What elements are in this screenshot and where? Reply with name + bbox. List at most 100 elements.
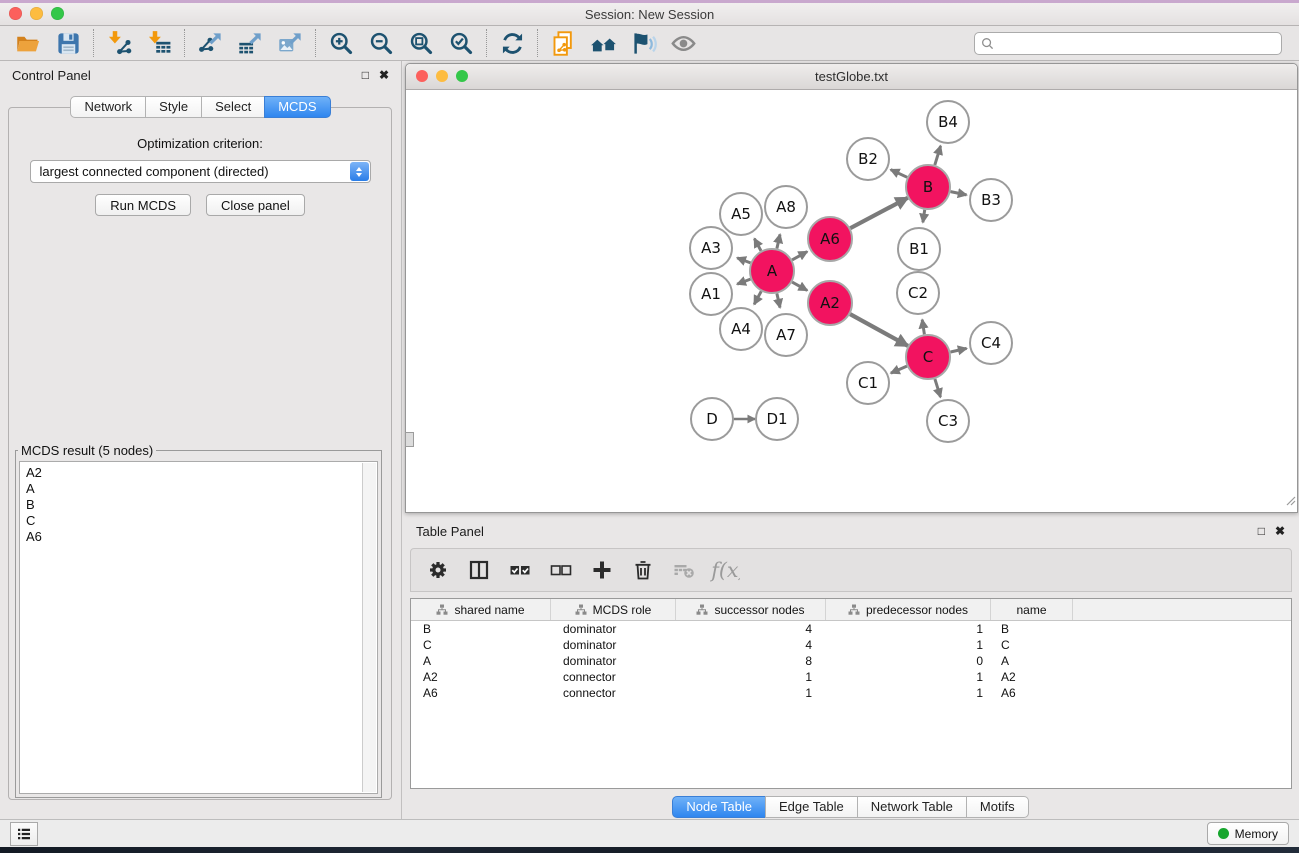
- open-session-button[interactable]: [8, 28, 48, 58]
- save-session-button[interactable]: [48, 28, 88, 58]
- tab-select[interactable]: Select: [201, 96, 265, 118]
- graph-node-A7[interactable]: A7: [765, 314, 807, 356]
- graph-node-A4[interactable]: A4: [720, 308, 762, 350]
- select-all-button[interactable]: [503, 554, 537, 586]
- delete-row-button[interactable]: [626, 554, 660, 586]
- table-cell[interactable]: 1: [826, 685, 991, 701]
- close-view-icon[interactable]: [416, 70, 428, 82]
- graph-edge-A-A8[interactable]: [777, 234, 780, 248]
- table-cell[interactable]: B: [991, 621, 1073, 637]
- zoom-in-button[interactable]: [321, 28, 361, 58]
- table-cell[interactable]: C: [991, 637, 1073, 653]
- zoom-out-button[interactable]: [361, 28, 401, 58]
- table-cell[interactable]: connector: [551, 685, 676, 701]
- table-cell[interactable]: 4: [676, 637, 826, 653]
- table-row[interactable]: Bdominator41B: [411, 621, 1291, 637]
- graph-node-C4[interactable]: C4: [970, 322, 1012, 364]
- graph-node-A1[interactable]: A1: [690, 273, 732, 315]
- graph-node-A3[interactable]: A3: [690, 227, 732, 269]
- graph-edge-C-C4[interactable]: [951, 348, 967, 352]
- zoom-fit-button[interactable]: [401, 28, 441, 58]
- home-button[interactable]: [583, 28, 623, 58]
- refresh-layout-button[interactable]: [492, 28, 532, 58]
- graph-edge-A-A6[interactable]: [792, 252, 807, 260]
- close-table-panel-icon[interactable]: ✖: [1275, 524, 1285, 538]
- table-cell[interactable]: 1: [826, 669, 991, 685]
- table-cell[interactable]: A2: [991, 669, 1073, 685]
- table-cell[interactable]: C: [411, 637, 551, 653]
- table-cell[interactable]: A6: [411, 685, 551, 701]
- tab-network-table[interactable]: Network Table: [857, 796, 967, 818]
- close-window-icon[interactable]: [9, 7, 22, 20]
- mcds-result-item[interactable]: B: [26, 497, 361, 513]
- task-history-button[interactable]: [10, 822, 38, 846]
- mcds-result-item[interactable]: A6: [26, 529, 361, 545]
- graph-edge-A-A7[interactable]: [777, 294, 780, 308]
- table-cell[interactable]: A2: [411, 669, 551, 685]
- export-image-button[interactable]: [270, 28, 310, 58]
- import-network-button[interactable]: [99, 28, 139, 58]
- graph-edge-A-A5[interactable]: [754, 239, 761, 251]
- tab-style[interactable]: Style: [145, 96, 202, 118]
- search-input[interactable]: [998, 35, 1275, 51]
- tab-node-table[interactable]: Node Table: [672, 796, 766, 818]
- show-graphics-details-button[interactable]: [663, 28, 703, 58]
- column-header-name[interactable]: name: [991, 599, 1073, 620]
- graph-edge-B-B2[interactable]: [891, 170, 908, 178]
- tab-network[interactable]: Network: [70, 96, 146, 118]
- table-settings-button[interactable]: [421, 554, 455, 586]
- close-panel-icon[interactable]: ✖: [379, 68, 389, 82]
- hide-graphics-details-button[interactable]: [623, 28, 663, 58]
- zoom-selected-button[interactable]: [441, 28, 481, 58]
- graph-edge-C-C2[interactable]: [922, 320, 924, 335]
- table-cell[interactable]: 1: [826, 637, 991, 653]
- graph-edge-A-A1[interactable]: [737, 279, 750, 284]
- graph-node-D1[interactable]: D1: [756, 398, 798, 440]
- float-panel-icon[interactable]: □: [362, 68, 369, 82]
- mcds-result-item[interactable]: C: [26, 513, 361, 529]
- deselect-all-button[interactable]: [544, 554, 578, 586]
- graph-node-B[interactable]: B: [906, 165, 950, 209]
- import-table-button[interactable]: [139, 28, 179, 58]
- network-canvas[interactable]: B4B2BB3A5A8A6A3B1AA1C2A2A4A7CC4C1C3DD1: [406, 90, 1297, 512]
- tab-edge-table[interactable]: Edge Table: [765, 796, 858, 818]
- export-network-button[interactable]: [190, 28, 230, 58]
- graph-node-A[interactable]: A: [750, 249, 794, 293]
- graph-node-A2[interactable]: A2: [808, 281, 852, 325]
- mcds-result-item[interactable]: A: [26, 481, 361, 497]
- graph-node-D[interactable]: D: [691, 398, 733, 440]
- mcds-result-item[interactable]: A2: [26, 465, 361, 481]
- table-cell[interactable]: B: [411, 621, 551, 637]
- resize-grip-icon[interactable]: [1283, 493, 1296, 511]
- graph-node-A6[interactable]: A6: [808, 217, 852, 261]
- add-row-button[interactable]: [585, 554, 619, 586]
- graph-edge-A2-C[interactable]: [850, 314, 908, 346]
- table-cell[interactable]: A: [991, 653, 1073, 669]
- graph-edge-B-B3[interactable]: [951, 192, 967, 195]
- table-row[interactable]: A2connector11A2: [411, 669, 1291, 685]
- table-cell[interactable]: 8: [676, 653, 826, 669]
- graph-edge-A-A2[interactable]: [792, 282, 807, 290]
- graph-edge-A-A3[interactable]: [737, 258, 750, 263]
- table-row[interactable]: A6connector11A6: [411, 685, 1291, 701]
- graph-node-C[interactable]: C: [906, 335, 950, 379]
- optimization-select[interactable]: largest connected component (directed): [30, 160, 371, 183]
- table-cell[interactable]: 4: [676, 621, 826, 637]
- graph-node-B1[interactable]: B1: [898, 228, 940, 270]
- table-row[interactable]: Adominator80A: [411, 653, 1291, 669]
- table-cell[interactable]: A6: [991, 685, 1073, 701]
- graph-edge-B-B4[interactable]: [935, 146, 941, 165]
- column-header-successor-nodes[interactable]: successor nodes: [676, 599, 826, 620]
- graph-edge-A-A4[interactable]: [754, 291, 761, 304]
- table-row[interactable]: Cdominator41C: [411, 637, 1291, 653]
- minimize-view-icon[interactable]: [436, 70, 448, 82]
- memory-button[interactable]: Memory: [1207, 822, 1289, 845]
- table-cell[interactable]: 1: [676, 685, 826, 701]
- graph-node-C3[interactable]: C3: [927, 400, 969, 442]
- result-scrollbar[interactable]: [362, 463, 376, 792]
- graph-node-C1[interactable]: C1: [847, 362, 889, 404]
- graph-node-C2[interactable]: C2: [897, 272, 939, 314]
- graph-edge-B-B1[interactable]: [923, 210, 925, 223]
- export-table-button[interactable]: [230, 28, 270, 58]
- table-cell[interactable]: 1: [676, 669, 826, 685]
